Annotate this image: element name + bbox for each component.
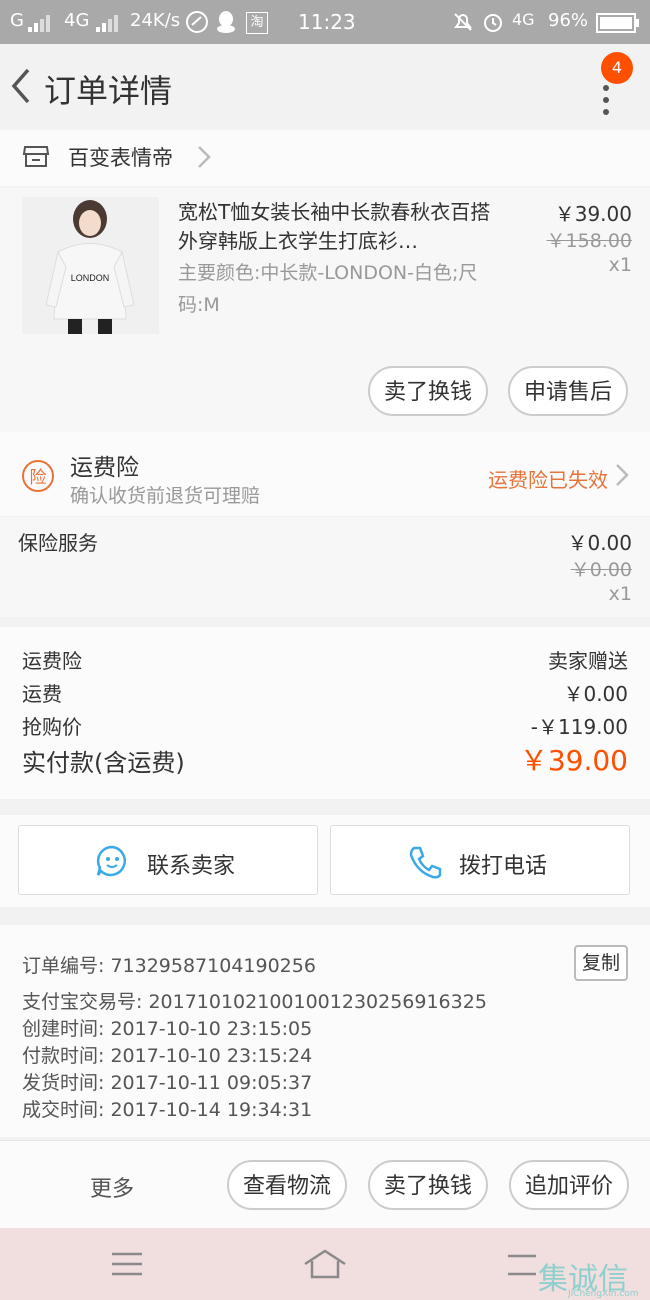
summary-value: 卖家赠送	[548, 649, 628, 673]
paid-time: 付款时间: 2017-10-10 23:15:24	[22, 1045, 313, 1067]
chevron-right-icon	[614, 462, 630, 492]
product-original-price: ￥158.00	[546, 230, 632, 252]
contact-seller-label: 联系卖家	[147, 854, 236, 879]
watermark-sub: JiChengXin.com	[568, 1289, 639, 1299]
sell-button[interactable]: 卖了换钱	[368, 1160, 488, 1210]
back-icon[interactable]	[8, 66, 32, 106]
summary-value: ￥0.00	[563, 682, 628, 706]
product-quantity: x1	[608, 254, 632, 276]
order-info: 订单编号: 71329587104190256 复制 支付宝交易号: 20171…	[0, 925, 650, 1137]
copy-button[interactable]: 复制	[574, 945, 628, 981]
network-speed: 24K/s	[130, 10, 181, 31]
product-thumbnail[interactable]: LONDON	[22, 197, 159, 334]
insurance-service-row: 保险服务 ￥0.00 ￥0.00 x1	[0, 517, 650, 617]
home-icon[interactable]	[303, 1248, 347, 1284]
qq-icon	[216, 10, 236, 39]
fee-summary: 运费险 卖家赠送 运费 ￥0.00 抢购价 -￥119.00 实付款(含运费) …	[0, 627, 650, 799]
created-time: 创建时间: 2017-10-10 23:15:05	[22, 1018, 313, 1040]
order-number: 订单编号: 71329587104190256	[22, 955, 316, 977]
paid-label: 实付款(含运费)	[22, 749, 185, 777]
contact-seller-button[interactable]: 联系卖家	[18, 825, 318, 895]
battery-icon	[596, 13, 640, 38]
taobao-icon: 淘	[246, 12, 268, 34]
mute-icon	[452, 11, 474, 38]
summary-value: -￥119.00	[530, 715, 628, 739]
completed-time: 成交时间: 2017-10-14 19:34:31	[22, 1099, 313, 1121]
call-phone-label: 拨打电话	[459, 854, 548, 879]
view-logistics-button[interactable]: 查看物流	[227, 1160, 347, 1210]
shipped-time: 发货时间: 2017-10-11 09:05:37	[22, 1072, 313, 1094]
contact-bar: 联系卖家 拨打电话	[0, 815, 650, 907]
page-title: 订单详情	[44, 72, 173, 110]
service-original-price: ￥0.00	[570, 559, 632, 581]
call-phone-button[interactable]: 拨打电话	[330, 825, 630, 895]
clock: 11:23	[298, 10, 356, 34]
product-title[interactable]: 宽松T恤女装长袖中长款春秋衣百搭外穿韩版上衣学生打底衫…	[178, 198, 498, 256]
more-link[interactable]: 更多	[90, 1171, 134, 1203]
bottom-action-bar: 更多 查看物流 卖了换钱 追加评价	[0, 1140, 650, 1229]
battery-percent: 96%	[548, 10, 589, 31]
insurance-icon: 险	[22, 460, 54, 492]
summary-label: 抢购价	[22, 715, 82, 739]
product-card: LONDON 宽松T恤女装长袖中长款春秋衣百搭外穿韩版上衣学生打底衫… 主要颜色…	[0, 188, 650, 432]
shipping-insurance-row[interactable]: 险 运费险 确认收货前退货可理赔 运费险已失效	[0, 432, 650, 516]
phone-icon	[407, 844, 443, 886]
network-label: 4G	[64, 10, 90, 31]
service-price: ￥0.00	[567, 531, 632, 555]
chat-icon	[95, 844, 129, 884]
add-review-button[interactable]: 追加评价	[509, 1160, 629, 1210]
sell-button[interactable]: 卖了换钱	[368, 366, 488, 416]
service-label: 保险服务	[18, 531, 98, 555]
shop-icon	[22, 142, 50, 170]
service-quantity: x1	[608, 583, 632, 605]
product-price: ￥39.00	[554, 202, 632, 226]
after-sales-button[interactable]: 申请售后	[508, 366, 628, 416]
header: 订单详情 4	[0, 44, 650, 130]
chevron-right-icon	[196, 144, 212, 174]
alipay-trade-number: 支付宝交易号: 2017101021001001230256916325	[22, 991, 487, 1013]
shop-name[interactable]: 百变表情帝	[68, 142, 173, 172]
signal-icon-2	[96, 14, 120, 37]
sync-icon	[186, 11, 208, 38]
network-right: 4G	[512, 10, 535, 29]
insurance-status: 运费险已失效	[488, 468, 608, 492]
product-sku: 主要颜色:中长款-LONDON-白色;尺码:M	[178, 262, 478, 316]
thumb-print-text: LONDON	[71, 273, 110, 283]
signal-label: G	[10, 10, 24, 31]
paid-amount: ￥39.00	[519, 744, 628, 777]
insurance-subtitle: 确认收货前退货可理赔	[70, 485, 261, 507]
summary-label: 运费险	[22, 649, 82, 673]
alarm-icon	[482, 11, 504, 38]
notification-badge: 4	[601, 52, 633, 84]
insurance-title: 运费险	[70, 455, 139, 481]
status-bar: G 4G 24K/s 淘 11:23 4G 96%	[0, 0, 650, 44]
summary-label: 运费	[22, 682, 62, 706]
menu-icon[interactable]	[110, 1250, 144, 1282]
shop-row[interactable]: 百变表情帝	[0, 130, 650, 186]
signal-icon	[28, 14, 54, 37]
